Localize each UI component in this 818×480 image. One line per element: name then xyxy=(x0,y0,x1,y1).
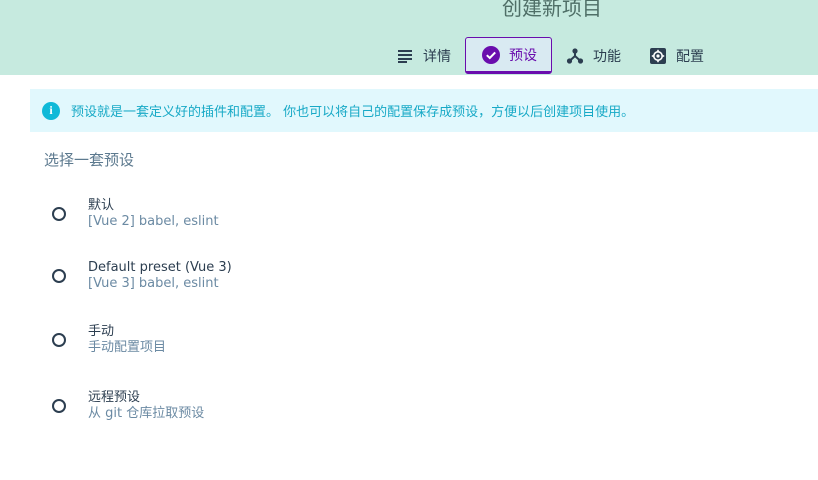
tab-presets-label: 预设 xyxy=(509,47,537,64)
radio-button[interactable] xyxy=(52,333,66,347)
info-banner: i 预设就是一套定义好的插件和配置。 你也可以将自己的配置保存成预设，方便以后创… xyxy=(30,89,818,132)
preset-name: 远程预设 xyxy=(88,390,141,405)
tab-config[interactable]: 配置 xyxy=(635,37,718,74)
gear-icon xyxy=(649,47,667,65)
preset-desc: 手动配置项目 xyxy=(88,340,167,355)
preset-option-vue3[interactable]: Default preset (Vue 3) [Vue 3] babel, es… xyxy=(52,260,232,292)
radio-button[interactable] xyxy=(52,269,66,283)
page-title: 创建新项目 xyxy=(502,0,602,20)
list-icon xyxy=(396,47,414,65)
header: 创建新项目 详情 预设 功能 配置 xyxy=(0,0,818,75)
preset-desc: [Vue 2] babel, eslint xyxy=(88,214,219,229)
tab-bar: 详情 预设 功能 配置 xyxy=(382,37,718,75)
info-text: 预设就是一套定义好的插件和配置。 你也可以将自己的配置保存成预设，方便以后创建项… xyxy=(71,105,635,120)
preset-option-manual[interactable]: 手动 手动配置项目 xyxy=(52,324,166,356)
radio-button[interactable] xyxy=(52,399,66,413)
tab-features[interactable]: 功能 xyxy=(552,37,635,74)
preset-option-remote[interactable]: 远程预设 从 git 仓库拉取预设 xyxy=(52,390,204,422)
preset-option-default[interactable]: 默认 [Vue 2] babel, eslint xyxy=(52,198,219,230)
section-title: 选择一套预设 xyxy=(44,151,135,169)
preset-name: Default preset (Vue 3) xyxy=(88,260,232,275)
branch-icon xyxy=(566,47,584,65)
tab-details[interactable]: 详情 xyxy=(382,37,465,74)
tab-presets[interactable]: 预设 xyxy=(465,37,552,74)
tab-config-label: 配置 xyxy=(676,48,704,65)
radio-button[interactable] xyxy=(52,207,66,221)
preset-desc: [Vue 3] babel, eslint xyxy=(88,276,219,291)
info-icon: i xyxy=(42,101,60,120)
preset-desc: 从 git 仓库拉取预设 xyxy=(88,406,205,421)
preset-name: 默认 xyxy=(88,198,115,213)
check-circle-icon xyxy=(482,45,500,64)
tab-details-label: 详情 xyxy=(423,48,451,65)
tab-features-label: 功能 xyxy=(593,48,621,65)
preset-name: 手动 xyxy=(88,324,115,339)
